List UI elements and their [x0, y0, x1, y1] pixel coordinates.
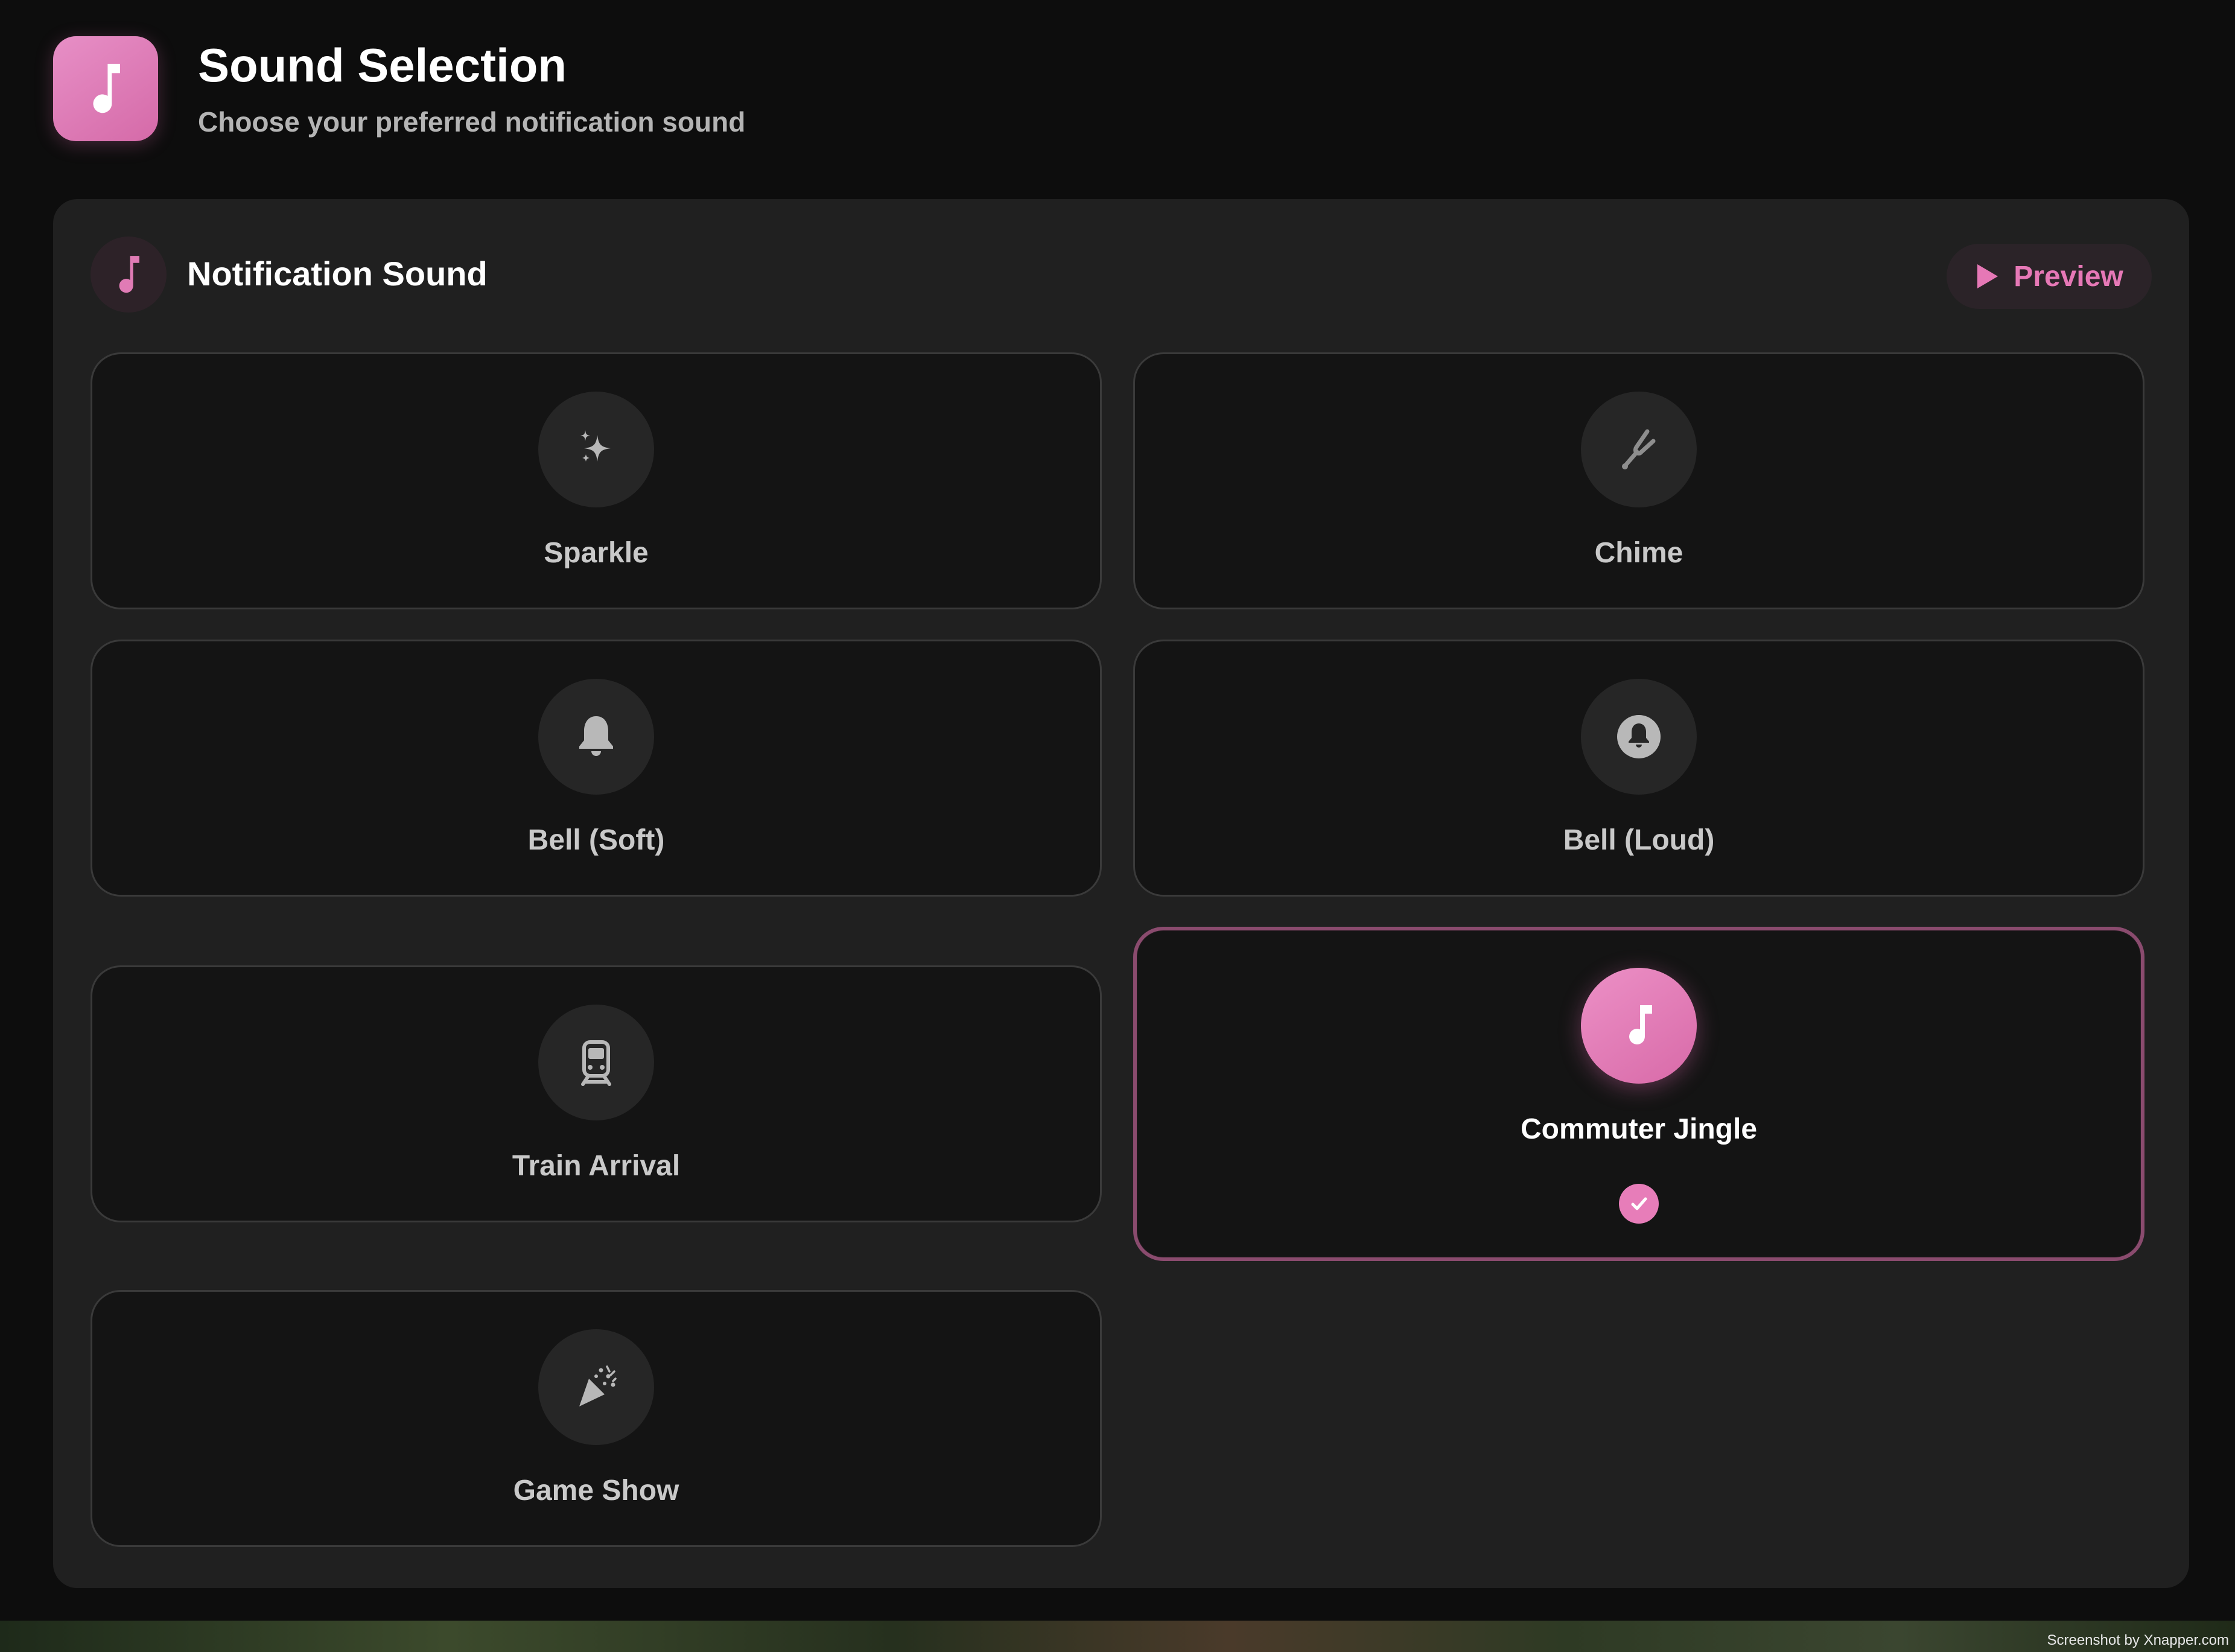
tuning-fork-icon — [1622, 429, 1656, 469]
page-title: Sound Selection — [198, 39, 567, 92]
preview-button[interactable]: Preview — [1947, 244, 2152, 309]
sound-option-label: Game Show — [513, 1475, 679, 1507]
panel-icon — [91, 237, 167, 313]
sound-option-sparkle[interactable]: Sparkle — [91, 352, 1102, 609]
chime-icon-circle — [1581, 392, 1697, 507]
bell-icon — [579, 716, 613, 756]
panel-title: Notification Sound — [187, 255, 488, 293]
sparkle-icon — [580, 430, 611, 462]
sound-option-label: Bell (Soft) — [527, 824, 665, 856]
music-note-icon — [93, 63, 120, 113]
sound-option-label: Bell (Loud) — [1563, 824, 1715, 856]
sound-option-bell-soft[interactable]: Bell (Soft) — [91, 640, 1102, 897]
train-icon-circle — [538, 1005, 654, 1120]
train-icon — [581, 1040, 611, 1086]
sound-option-label: Train Arrival — [512, 1150, 681, 1182]
bell-soft-icon-circle — [538, 679, 654, 795]
sound-option-commuter-jingle[interactable]: Commuter Jingle — [1133, 927, 2144, 1261]
watermark: Screenshot by Xnapper.com — [2047, 1632, 2229, 1648]
sound-option-train-arrival[interactable]: Train Arrival — [91, 965, 1102, 1222]
app-icon — [53, 36, 158, 141]
sound-option-bell-loud[interactable]: Bell (Loud) — [1133, 640, 2144, 897]
sound-option-label: Commuter Jingle — [1520, 1113, 1758, 1145]
bell-loud-icon-circle — [1581, 679, 1697, 795]
music-note-icon — [119, 256, 139, 293]
sound-option-chime[interactable]: Chime — [1133, 352, 2144, 609]
selected-check-icon — [1619, 1184, 1659, 1224]
play-icon — [1977, 264, 1998, 288]
notification-sound-panel: Notification Sound Preview Sparkle Chime — [53, 199, 2189, 1588]
sound-option-game-show[interactable]: Game Show — [91, 1290, 1102, 1547]
bell-circle-icon — [1617, 715, 1661, 758]
sparkle-icon-circle — [538, 392, 654, 507]
party-popper-icon — [579, 1365, 617, 1406]
sound-option-label: Sparkle — [544, 537, 649, 569]
page-subtitle: Choose your preferred notification sound — [198, 106, 746, 138]
commuter-jingle-icon-circle — [1581, 968, 1697, 1084]
preview-label: Preview — [2014, 260, 2123, 293]
music-note-icon — [1629, 1005, 1652, 1044]
sound-option-label: Chime — [1594, 537, 1683, 569]
game-show-icon-circle — [538, 1329, 654, 1445]
checkmark-icon — [1631, 1197, 1647, 1210]
desktop-background-strip — [0, 1621, 2235, 1652]
